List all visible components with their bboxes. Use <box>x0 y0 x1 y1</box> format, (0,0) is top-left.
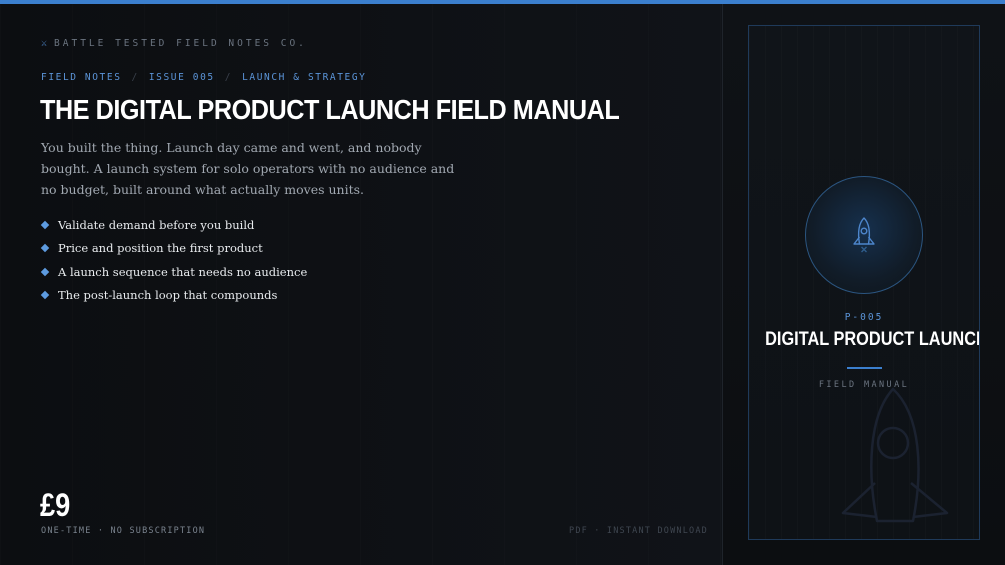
feature-label: A launch sequence that needs no audience <box>58 264 308 279</box>
cover-code: P-005 <box>844 312 884 323</box>
cover-title: DIGITAL PRODUCT LAUNCH <box>765 329 980 350</box>
cover-emblem <box>805 176 923 294</box>
rocket-icon <box>853 217 875 253</box>
feature-label: The post-launch loop that compounds <box>58 288 278 303</box>
feature-list: Validate demand before you build Price a… <box>40 213 308 308</box>
product-cover-card[interactable]: P-005 DIGITAL PRODUCT LAUNCH FIELD MANUA… <box>748 25 980 540</box>
list-item: A launch sequence that needs no audience <box>40 260 308 284</box>
brand-name: BATTLE TESTED FIELD NOTES CO. <box>54 38 307 49</box>
price: £9 <box>40 487 71 523</box>
breadcrumb-separator: / <box>131 72 139 83</box>
brand: ⚔ BATTLE TESTED FIELD NOTES CO. <box>41 38 307 49</box>
breadcrumb-item-field-notes[interactable]: FIELD NOTES <box>41 72 122 83</box>
breadcrumb-separator: / <box>224 72 233 83</box>
price-note: ONE-TIME · NO SUBSCRIPTION <box>41 526 206 536</box>
list-item: The post-launch loop that compounds <box>40 284 307 308</box>
feature-label: Validate demand before you build <box>58 217 255 232</box>
crossed-swords-icon: ⚔ <box>41 38 48 49</box>
breadcrumb-item-issue[interactable]: ISSUE 005 <box>149 72 215 83</box>
feature-label: Price and position the first product <box>58 241 263 256</box>
breadcrumb-item-category[interactable]: LAUNCH & STRATEGY <box>242 72 366 83</box>
product-description: You built the thing. Launch day came and… <box>41 140 455 197</box>
cover-rule <box>847 367 882 369</box>
diamond-bullet-icon <box>40 267 50 276</box>
breadcrumb: FIELD NOTES / ISSUE 005 / LAUNCH & STRAT… <box>41 72 367 83</box>
format-note: PDF · INSTANT DOWNLOAD <box>569 526 708 536</box>
diamond-bullet-icon <box>40 244 50 253</box>
diamond-bullet-icon <box>40 220 50 229</box>
list-item: Validate demand before you build <box>40 213 307 237</box>
diamond-bullet-icon <box>40 291 50 300</box>
list-item: Price and position the first product <box>40 237 307 261</box>
page-title: THE DIGITAL PRODUCT LAUNCH FIELD MANUAL <box>40 94 620 125</box>
rocket-watermark-icon <box>841 387 949 523</box>
